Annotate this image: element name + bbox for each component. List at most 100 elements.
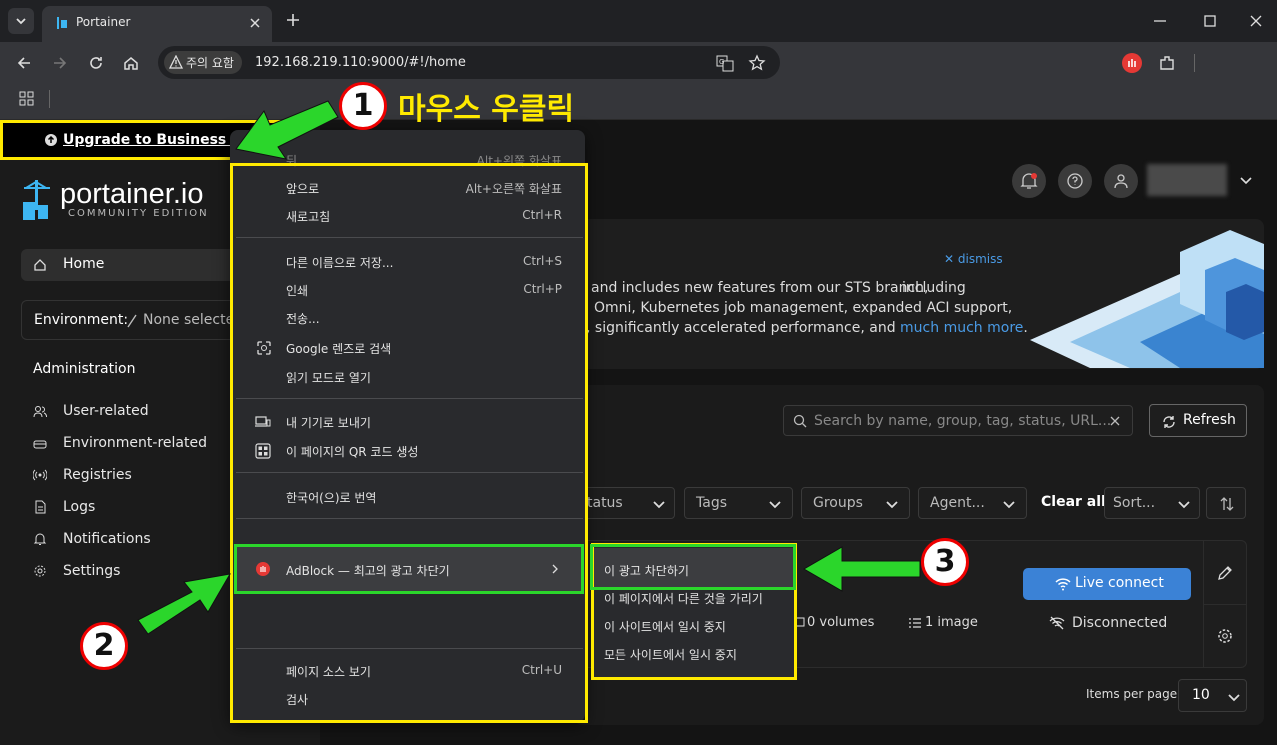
clear-search-icon[interactable]	[1109, 415, 1121, 427]
file-icon	[35, 500, 46, 514]
back-arrow-icon[interactable]	[14, 53, 34, 73]
chevron-down-icon	[886, 501, 898, 509]
tags-filter-label: Tags	[696, 495, 727, 511]
tags-filter[interactable]: Tags	[684, 487, 793, 519]
cubes-illustration	[1030, 230, 1264, 368]
logo-text: portainer.io	[60, 178, 204, 210]
ctx-adblock[interactable]: AdBlock — 최고의 광고 차단기	[286, 562, 450, 579]
gear-icon[interactable]	[1216, 627, 1234, 645]
reload-icon[interactable]	[86, 53, 106, 73]
nav-registries[interactable]: Registries	[63, 467, 132, 483]
nav-notifications[interactable]: Notifications	[63, 531, 151, 547]
live-connect-button[interactable]: Live connect	[1023, 568, 1191, 600]
hand-icon	[260, 566, 266, 572]
apps-grid-icon[interactable]	[19, 91, 35, 107]
home-icon[interactable]	[121, 53, 141, 73]
status-filter[interactable]: tatus	[575, 487, 675, 519]
help-button[interactable]	[1058, 164, 1092, 198]
ctx-google-lens[interactable]: Google 렌즈로 검색	[286, 340, 391, 357]
close-icon[interactable]	[246, 14, 264, 32]
ctx-separator	[236, 518, 583, 519]
address-bar[interactable]	[158, 46, 780, 79]
extensions-puzzle-icon[interactable]	[1157, 53, 1177, 73]
ctx-save-as[interactable]: 다른 이름으로 저장...	[286, 254, 393, 271]
adblock-extension-icon[interactable]	[1122, 53, 1142, 73]
qr-code-icon	[255, 443, 271, 459]
much-more-link[interactable]: much much more	[900, 320, 1023, 336]
step-3-marker: 3	[921, 538, 969, 586]
dismiss-label: dismiss	[957, 252, 1003, 266]
ctx-print[interactable]: 인쇄	[286, 282, 308, 299]
agent-filter[interactable]: Agent...	[918, 487, 1027, 519]
refresh-button[interactable]: Refresh	[1149, 404, 1247, 437]
ctx-view-source[interactable]: 페이지 소스 보기	[286, 663, 371, 680]
ctx-translate[interactable]: 한국어(으)로 번역	[286, 489, 376, 506]
ctx-print-shortcut: Ctrl+P	[523, 282, 562, 296]
nav-logs[interactable]: Logs	[63, 499, 95, 515]
sort-order-button[interactable]	[1206, 487, 1246, 519]
nav-settings[interactable]: Settings	[63, 563, 120, 579]
ctx-send-to-device[interactable]: 내 기기로 보내기	[286, 414, 371, 431]
submenu-pause-all-sites[interactable]: 모든 사이트에서 일시 중지	[604, 646, 737, 663]
tab-title: Portainer	[76, 15, 131, 29]
ctx-reload[interactable]: 새로고침	[286, 208, 330, 225]
banner-line-4: , significantly accelerated performance,…	[586, 320, 1028, 336]
ctx-qr-code[interactable]: 이 페이지의 QR 코드 생성	[286, 443, 418, 460]
arrow-up-circle-icon	[45, 134, 57, 146]
wifi-icon	[1055, 578, 1071, 591]
clear-all-button[interactable]: Clear all	[1041, 494, 1106, 510]
user-avatar-button[interactable]	[1104, 164, 1138, 198]
bell-icon	[1020, 173, 1038, 189]
refresh-label: Refresh	[1183, 412, 1236, 428]
step-1-marker: 1	[339, 82, 387, 130]
submenu-pause-on-site[interactable]: 이 사이트에서 일시 중지	[604, 618, 726, 635]
banner-line-2: and includes new features from our STS b…	[591, 280, 929, 296]
new-tab-icon[interactable]	[284, 11, 302, 29]
dismiss-button[interactable]: ✕ dismiss	[944, 252, 1003, 266]
search-input[interactable]: Search by name, group, tag, status, URL.…	[783, 405, 1133, 436]
chevron-right-icon	[552, 564, 558, 574]
edit-pencil-icon[interactable]	[1216, 564, 1234, 582]
notifications-button[interactable]	[1012, 164, 1046, 198]
gear-icon	[34, 565, 46, 577]
ctx-cast[interactable]: 전송...	[286, 310, 320, 327]
images-count: 1 image	[925, 615, 978, 630]
ctx-inspect[interactable]: 검사	[286, 691, 308, 708]
step-1-label: 마우스 우클릭	[398, 92, 575, 127]
items-per-page-value: 10	[1192, 687, 1210, 703]
help-circle-icon	[1067, 173, 1083, 189]
minimize-icon[interactable]	[1150, 11, 1170, 31]
live-connect-label: Live connect	[1075, 575, 1164, 591]
step-1-arrow	[235, 100, 339, 160]
card-action-divider	[1204, 604, 1247, 605]
browser-tab[interactable]: Portainer	[42, 6, 272, 42]
chevron-down-icon[interactable]	[1238, 172, 1254, 188]
sort-select[interactable]: Sort...	[1104, 487, 1200, 519]
step-2-marker: 2	[80, 622, 128, 670]
nav-user-related[interactable]: User-related	[63, 403, 149, 419]
bookmark-star-icon[interactable]	[747, 53, 767, 73]
portainer-favicon-icon	[57, 17, 67, 29]
agent-filter-label: Agent...	[930, 495, 985, 511]
nav-environment-related[interactable]: Environment-related	[63, 435, 207, 451]
tab-search-button[interactable]	[8, 8, 34, 34]
url-text[interactable]: 192.168.219.110:9000/#!/home	[255, 55, 466, 70]
ctx-reading-mode[interactable]: 읽기 모드로 열기	[286, 369, 371, 386]
step-3-arrow	[803, 546, 921, 592]
security-warning-chip[interactable]: 주의 요함	[164, 51, 242, 74]
portainer-logo-icon	[23, 180, 50, 220]
groups-filter[interactable]: Groups	[801, 487, 910, 519]
maximize-icon[interactable]	[1200, 11, 1220, 31]
adblock-icon	[256, 562, 270, 576]
items-per-page-select[interactable]: 10	[1178, 679, 1247, 712]
submenu-hide-something-else[interactable]: 이 페이지에서 다른 것을 가리기	[604, 590, 763, 607]
submenu-block-this-ad[interactable]: 이 광고 차단하기	[604, 562, 689, 579]
google-lens-icon	[257, 341, 271, 355]
security-chip-label: 주의 요함	[186, 56, 234, 70]
window-close-icon[interactable]	[1246, 11, 1266, 31]
bookmarks-divider	[49, 90, 50, 108]
forward-arrow-icon[interactable]	[50, 53, 70, 73]
translate-icon[interactable]: G	[715, 53, 735, 73]
ctx-forward[interactable]: 앞으로	[286, 180, 319, 197]
groups-filter-label: Groups	[813, 495, 863, 511]
